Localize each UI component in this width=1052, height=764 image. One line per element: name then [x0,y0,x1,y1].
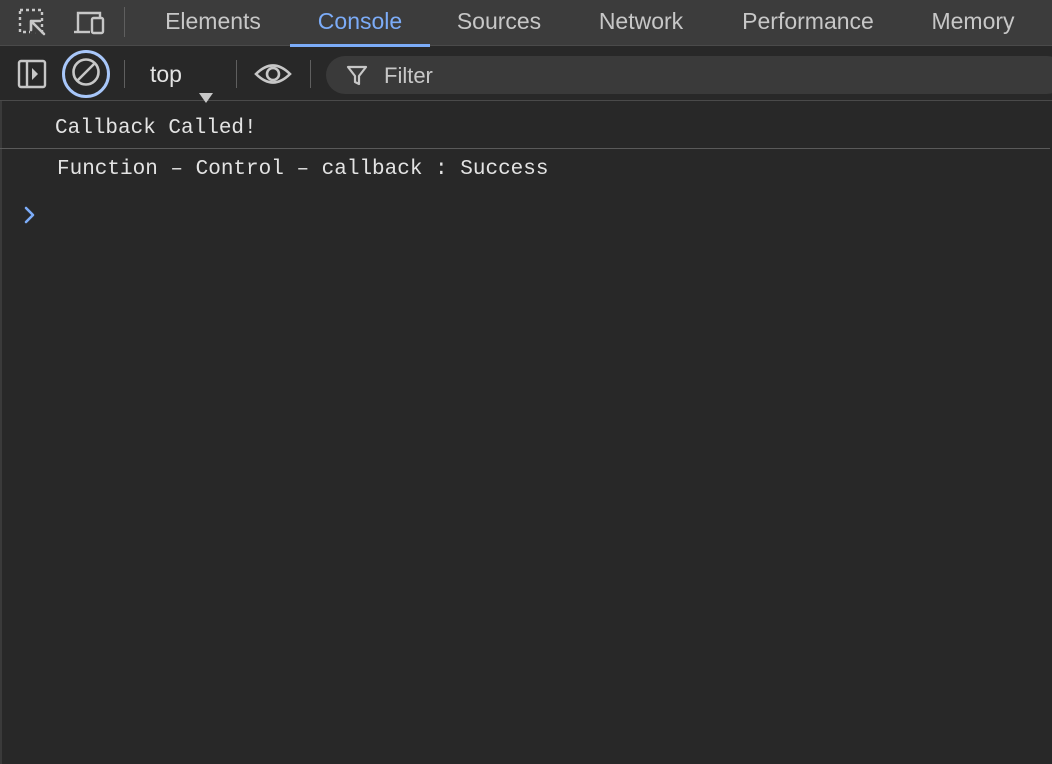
console-toolbar: top [0,47,1052,103]
tab-console[interactable]: Console [290,0,430,47]
filter-box[interactable] [326,56,1052,96]
tab-memory[interactable]: Memory [914,0,1032,46]
console-message: Function – Control – callback : Success [57,158,549,181]
toolbar-separator [236,60,237,88]
clear-console-button[interactable] [62,50,110,98]
tab-elements[interactable]: Elements [146,0,280,46]
context-label: top [150,61,182,87]
filter-icon [346,64,368,91]
console-message: Callback Called! [0,101,1050,149]
sidebar-toggle-icon[interactable] [16,58,48,90]
device-toolbar-icon[interactable] [72,6,106,40]
clear-console-icon [70,56,102,93]
eye-icon[interactable] [254,60,292,88]
console-prompt-chevron-icon[interactable] [22,204,38,231]
context-selector[interactable]: top [150,47,213,103]
toolbar-separator [124,60,125,88]
devtools-tab-bar: Elements Console Sources Network Perform… [0,0,1052,47]
tab-bar-separator [124,7,125,37]
console-output: Callback Called! Function – Control – ca… [0,101,1052,764]
tab-network[interactable]: Network [578,0,704,46]
tab-performance[interactable]: Performance [722,0,894,46]
filter-input[interactable] [382,56,986,96]
inspect-element-icon[interactable] [16,6,50,40]
toolbar-separator [310,60,311,88]
tab-sources[interactable]: Sources [440,0,558,46]
